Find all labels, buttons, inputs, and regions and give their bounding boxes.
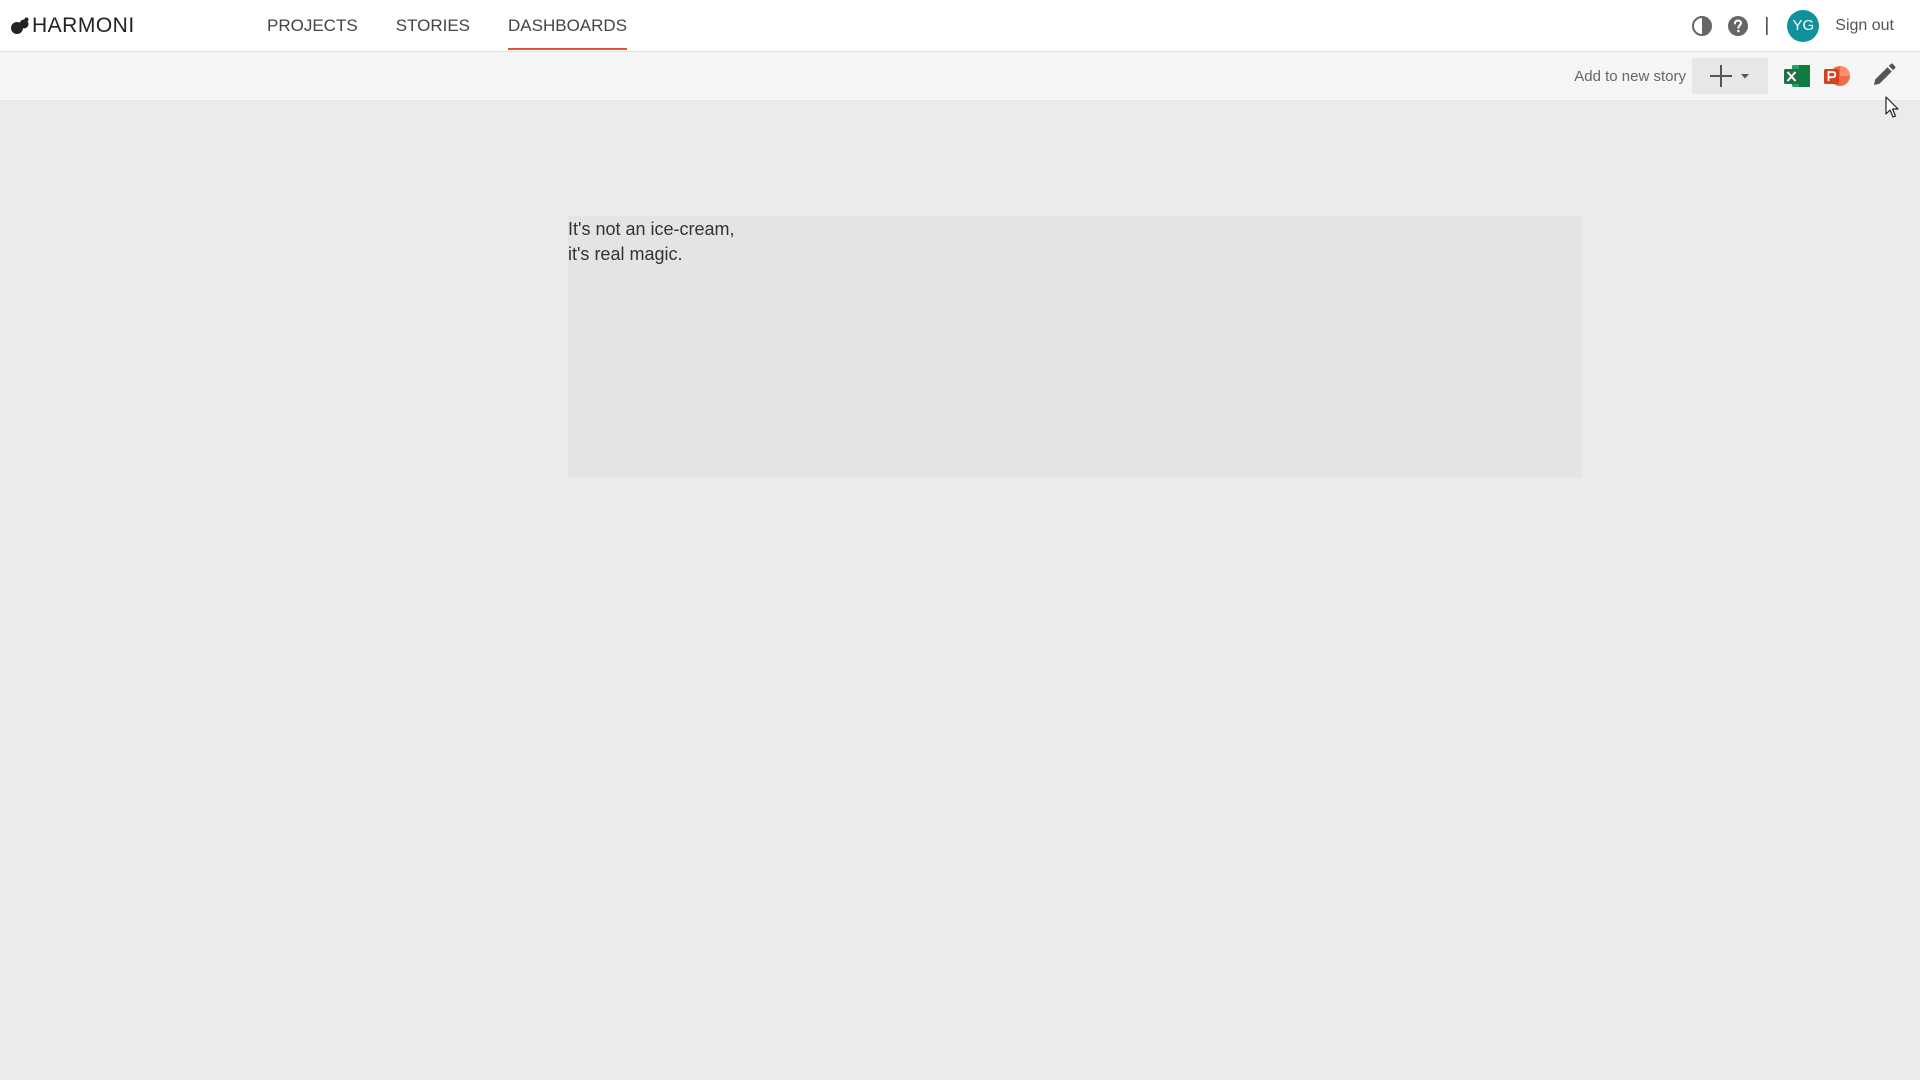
user-avatar[interactable]: YG <box>1787 9 1820 42</box>
dashboard-text-widget[interactable]: It's not an ice-cream, it's real magic. <box>568 216 1582 478</box>
excel-export-icon[interactable] <box>1782 61 1812 91</box>
add-to-story-button[interactable] <box>1692 58 1768 94</box>
sign-out-link[interactable]: Sign out <box>1835 17 1894 35</box>
harmoni-logo-icon <box>10 16 30 36</box>
nav-tab-stories[interactable]: STORIES <box>396 0 470 51</box>
app-logo[interactable]: HARMONI <box>10 14 135 38</box>
nav-tab-dashboards[interactable]: DASHBOARDS <box>508 0 628 51</box>
user-controls: | YG Sign out <box>1690 0 1894 51</box>
nav-tab-projects[interactable]: PROJECTS <box>267 0 358 51</box>
edit-pencil-icon[interactable] <box>1868 61 1898 91</box>
dropdown-caret-icon <box>1741 74 1749 79</box>
widget-text-line: it's real magic. <box>568 244 683 264</box>
top-navigation-bar: HARMONI PROJECTS STORIES DASHBOARDS | YG… <box>0 0 1920 52</box>
theme-contrast-icon[interactable] <box>1690 14 1714 38</box>
widget-text-line: It's not an ice-cream, <box>568 219 735 239</box>
powerpoint-export-icon[interactable] <box>1822 61 1852 91</box>
mouse-cursor-icon <box>1885 96 1901 120</box>
separator: | <box>1764 14 1770 36</box>
widget-text: It's not an ice-cream, it's real magic. <box>568 216 1582 267</box>
add-to-new-story-label: Add to new story <box>1574 67 1686 85</box>
plus-icon <box>1710 65 1732 87</box>
dashboard-toolbar: Add to new story <box>0 52 1920 101</box>
app-name: HARMONI <box>32 14 135 37</box>
main-nav: PROJECTS STORIES DASHBOARDS <box>267 0 665 51</box>
help-icon[interactable] <box>1726 14 1750 38</box>
